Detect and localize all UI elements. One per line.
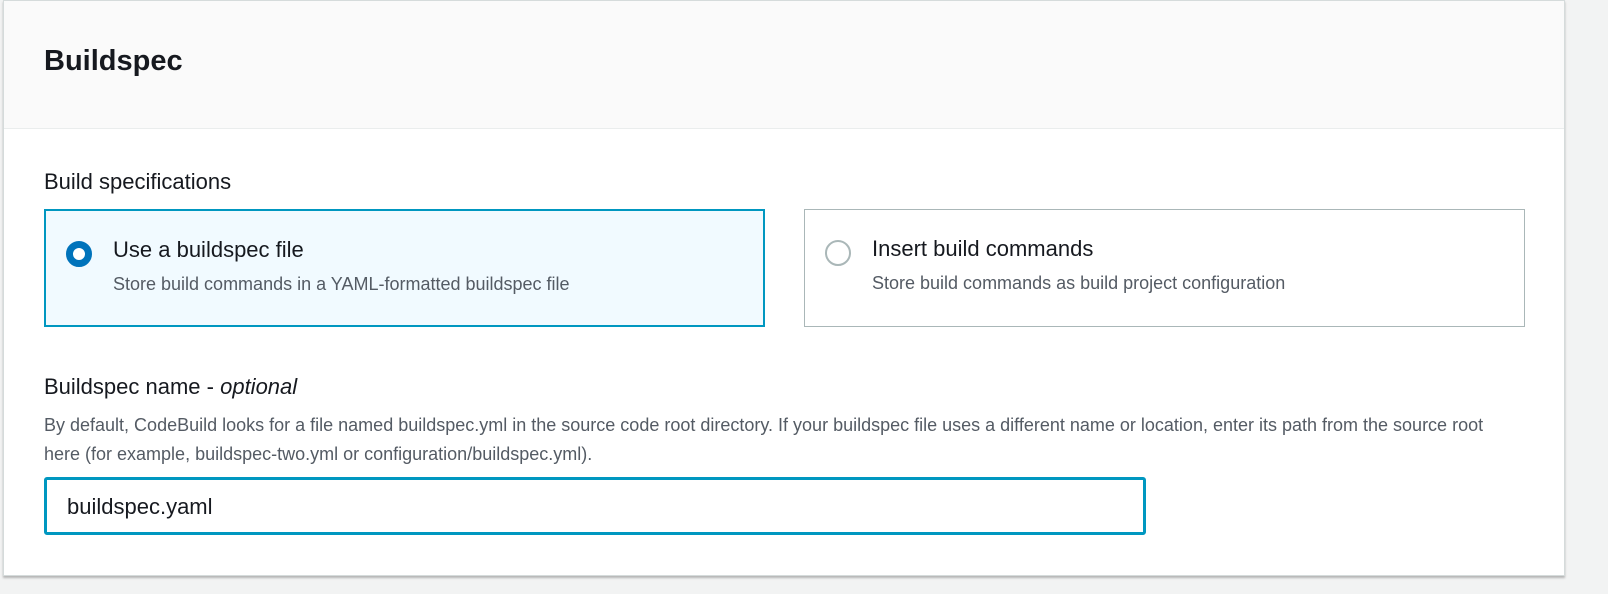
option-title: Insert build commands	[872, 236, 1094, 261]
label-text: Buildspec name -	[44, 374, 221, 399]
option-insert-build-commands[interactable]: Insert build commands Store build comman…	[804, 209, 1525, 327]
radio-selected-icon[interactable]	[66, 241, 92, 267]
optional-text: optional	[220, 374, 298, 399]
panel-title: Buildspec	[44, 45, 183, 77]
build-specifications-label: Build specifications	[44, 169, 232, 194]
radio-unselected-icon[interactable]	[825, 240, 851, 266]
option-title: Use a buildspec file	[113, 237, 304, 262]
option-description: Store build commands in a YAML-formatted…	[113, 274, 570, 294]
panel-header: Buildspec	[4, 1, 1564, 129]
buildspec-name-label: Buildspec name - optional	[44, 374, 297, 400]
buildspec-name-description: By default, CodeBuild looks for a file n…	[44, 415, 1484, 464]
option-use-buildspec-file[interactable]: Use a buildspec file Store build command…	[44, 209, 765, 327]
buildspec-panel: Buildspec Build specifications Use a bui…	[3, 0, 1565, 576]
buildspec-name-input[interactable]: buildspec.yaml	[44, 477, 1146, 535]
option-description: Store build commands as build project co…	[872, 273, 1286, 293]
